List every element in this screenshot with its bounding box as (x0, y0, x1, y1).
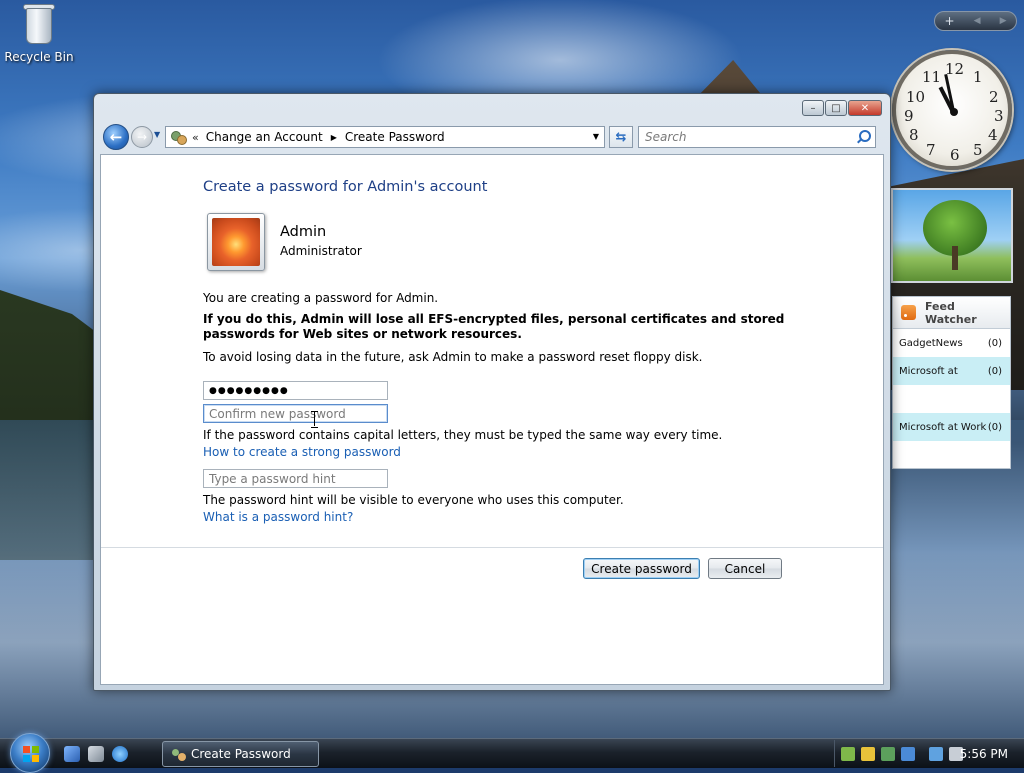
maximize-button[interactable]: □ (825, 100, 847, 116)
clock-numeral: 6 (950, 146, 960, 164)
recycle-bin-shortcut[interactable]: Recycle Bin (4, 2, 74, 64)
clock-numeral: 2 (989, 88, 999, 106)
refresh-icon: ⇆ (615, 129, 627, 145)
taskbar-item-label: Create Password (191, 747, 291, 761)
new-password-field[interactable]: ●●●●●●●●● (203, 381, 388, 400)
show-desktop-icon[interactable] (64, 746, 80, 762)
recycle-bin-icon (21, 2, 57, 46)
refresh-button[interactable]: ⇆ (609, 126, 633, 148)
user-accounts-icon (169, 129, 187, 145)
clock-numeral: 8 (909, 126, 919, 144)
new-password-value: ●●●●●●●●● (209, 385, 289, 396)
search-input[interactable]: Search (638, 126, 876, 148)
case-sensitivity-note: If the password contains capital letters… (203, 428, 723, 442)
advice-text: To avoid losing data in the future, ask … (203, 350, 703, 364)
clock-numeral: 5 (973, 141, 983, 159)
feed-item[interactable]: Microsoft at Work (0) (893, 413, 1010, 441)
feed-item-name: Microsoft at Work (899, 421, 987, 433)
clock-numeral: 10 (906, 88, 926, 106)
close-button[interactable]: ✕ (848, 100, 882, 116)
breadcrumb-item-change-account[interactable]: Change an Account (206, 130, 323, 144)
back-button[interactable]: ← (103, 124, 129, 150)
flower-picture (212, 218, 260, 266)
password-hint-field[interactable]: Type a password hint (203, 469, 388, 488)
switch-windows-icon[interactable] (88, 746, 104, 762)
feed-item-empty (893, 385, 1010, 413)
navigation-bar: ← → ▼ « Change an Account ▶ Create Passw… (102, 123, 884, 151)
clock-numeral: 9 (904, 107, 914, 125)
back-arrow-icon: ← (109, 128, 123, 146)
sidebar-toolbar: + ◀ ▶ (934, 11, 1017, 31)
window-controls: – □ ✕ (802, 100, 882, 116)
feed-item-name: GadgetNews (899, 337, 963, 349)
minimize-button[interactable]: – (802, 100, 824, 116)
warning-text: If you do this, Admin will lose all EFS-… (203, 312, 785, 341)
breadcrumb-item-create-password[interactable]: Create Password (345, 130, 445, 144)
divider (101, 547, 883, 548)
confirm-password-field[interactable]: Confirm new password (203, 404, 388, 423)
feed-item[interactable]: Microsoft at (0) (893, 357, 1010, 385)
taskbar-item-create-password[interactable]: Create Password (162, 741, 319, 767)
address-dropdown-icon[interactable]: ▼ (593, 132, 599, 141)
system-tray: 5:56 PM (834, 740, 1024, 767)
taskbar: Create Password 5:56 PM (0, 733, 1024, 773)
cancel-button[interactable]: Cancel (708, 558, 782, 579)
feed-item-count: (0) (987, 421, 1002, 433)
clock-numeral: 11 (922, 68, 942, 86)
clock-gadget[interactable]: 12 1 2 3 4 5 6 7 8 9 10 11 (892, 50, 1012, 170)
clock-numeral: 4 (988, 126, 998, 144)
internet-explorer-icon[interactable] (112, 746, 128, 762)
breadcrumb-overflow[interactable]: « (192, 131, 199, 144)
page-title: Create a password for Admin's account (203, 179, 488, 195)
content-pane: Create a password for Admin's account Ad… (100, 154, 884, 685)
clock-center (950, 108, 958, 116)
feed-watcher-title: Feed Watcher (924, 299, 977, 326)
feed-item-count: (0) (987, 365, 1002, 377)
search-placeholder: Search (645, 130, 687, 144)
network-icon[interactable] (929, 746, 943, 761)
add-gadget-icon[interactable]: + (945, 14, 955, 28)
clock-numeral: 1 (973, 68, 983, 86)
avatar (207, 213, 265, 271)
strong-password-link[interactable]: How to create a strong password (203, 445, 401, 459)
forward-button[interactable]: → (131, 126, 153, 148)
feed-watcher-gadget[interactable]: Feed Watcher GadgetNews (0) Microsoft at… (892, 296, 1011, 469)
forward-arrow-icon: → (136, 130, 148, 144)
feed-item-name: Microsoft at (899, 365, 958, 377)
clock-numeral: 7 (926, 141, 936, 159)
user-accounts-icon (171, 747, 187, 763)
password-hint-link[interactable]: What is a password hint? (203, 510, 353, 524)
create-password-button[interactable]: Create password (583, 558, 700, 579)
confirm-password-placeholder: Confirm new password (209, 406, 346, 421)
hint-note: The password hint will be visible to eve… (203, 493, 624, 507)
language-icon[interactable] (901, 746, 915, 761)
slideshow-gadget[interactable] (891, 188, 1013, 283)
feed-item[interactable]: GadgetNews (0) (893, 329, 1010, 357)
update-icon[interactable] (881, 746, 895, 761)
intro-text: You are creating a password for Admin. (203, 291, 439, 305)
rss-icon (901, 305, 916, 320)
password-hint-placeholder: Type a password hint (209, 471, 336, 486)
user-role: Administrator (280, 244, 362, 258)
previous-icon[interactable]: ◀ (974, 16, 981, 26)
user-name: Admin (280, 224, 327, 240)
windows-logo-icon (23, 746, 39, 762)
breadcrumb-arrow-icon[interactable]: ▶ (331, 133, 337, 142)
feed-item-count: (0) (987, 337, 1002, 349)
address-bar[interactable]: « Change an Account ▶ Create Password ▼ (165, 126, 605, 148)
tree-trunk (952, 246, 958, 270)
search-icon[interactable] (856, 130, 871, 144)
create-password-window: – □ ✕ ← → ▼ « Change an Account ▶ Create… (93, 93, 891, 691)
security-shield-icon[interactable] (861, 746, 875, 761)
taskbar-clock[interactable]: 5:56 PM (960, 747, 1008, 761)
next-icon[interactable]: ▶ (1000, 16, 1007, 26)
sidebar-tray-icon[interactable] (841, 746, 855, 761)
text-cursor-icon (311, 411, 318, 428)
feed-watcher-header: Feed Watcher (893, 297, 1010, 329)
clock-numeral: 3 (994, 107, 1004, 125)
start-button[interactable] (10, 733, 50, 773)
clock-numeral: 12 (945, 60, 965, 78)
recycle-bin-label: Recycle Bin (4, 50, 74, 64)
history-dropdown-icon[interactable]: ▼ (154, 130, 160, 139)
